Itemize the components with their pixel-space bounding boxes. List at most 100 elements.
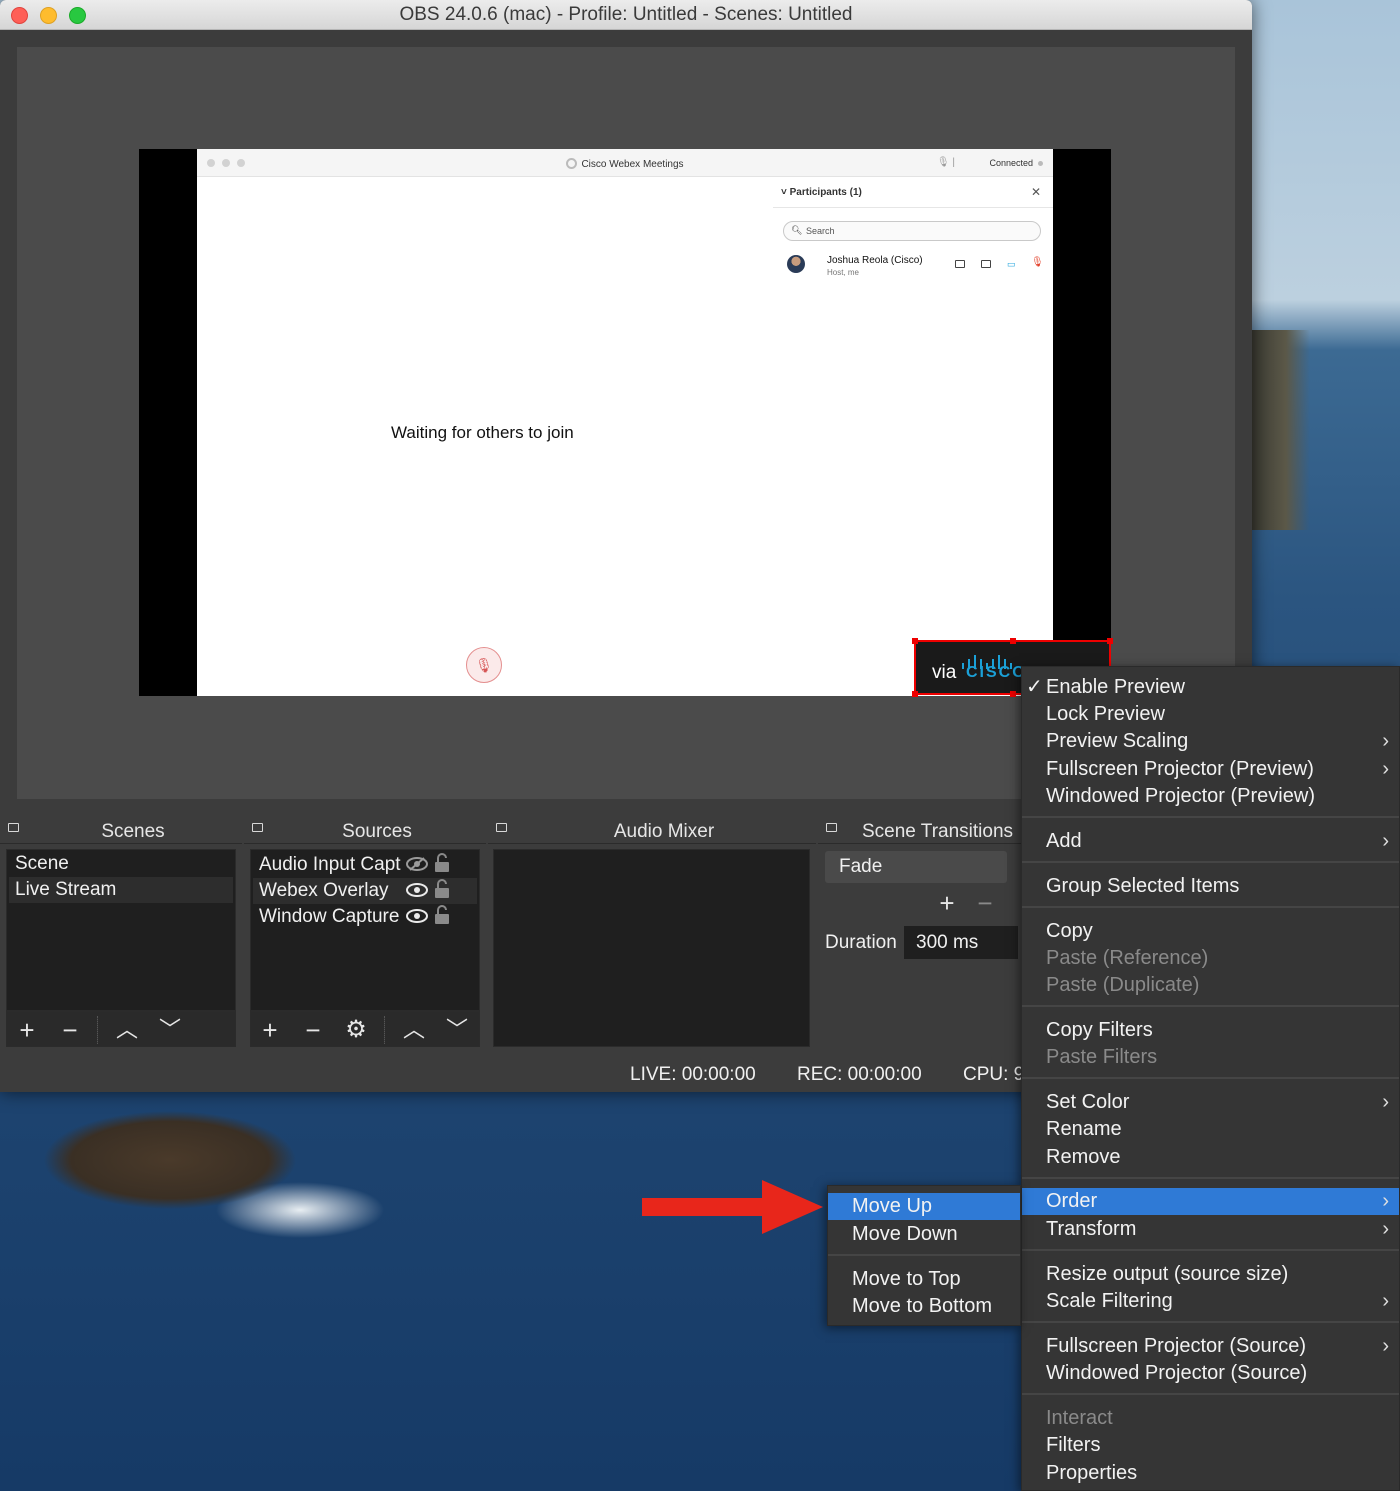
menu-separator bbox=[1022, 1077, 1399, 1079]
remove-transition-button[interactable]: − bbox=[970, 889, 1000, 917]
chevron-right-icon: › bbox=[1382, 758, 1389, 780]
order-submenu: Move Up Move Down Move to Top Move to Bo… bbox=[827, 1185, 1021, 1326]
menu-item-filters[interactable]: Filters bbox=[1022, 1432, 1399, 1459]
webex-window-capture[interactable]: Cisco Webex Meetings 🎙 | Connected ˅ Par… bbox=[197, 149, 1053, 696]
divider bbox=[773, 207, 1053, 208]
add-source-button[interactable]: + bbox=[255, 1016, 285, 1044]
sources-dock-title: Sources bbox=[342, 821, 412, 842]
menu-item-preview-scaling[interactable]: Preview Scaling › bbox=[1022, 728, 1399, 755]
menu-item-copy-filters[interactable]: Copy Filters bbox=[1022, 1017, 1399, 1044]
menu-item-interact[interactable]: Interact bbox=[1022, 1405, 1399, 1432]
scenes-list[interactable]: Scene Live Stream bbox=[6, 849, 236, 1011]
menu-item-set-color[interactable]: Set Color › bbox=[1022, 1089, 1399, 1116]
move-source-down-button[interactable]: ﹀ bbox=[442, 1016, 472, 1044]
add-scene-button[interactable]: + bbox=[12, 1016, 42, 1044]
toolbar-separator bbox=[97, 1016, 98, 1044]
move-source-up-button[interactable]: ︿ bbox=[399, 1016, 429, 1044]
menu-separator bbox=[1022, 816, 1399, 818]
unlocked-icon[interactable] bbox=[434, 853, 450, 873]
visibility-hidden-icon[interactable] bbox=[406, 857, 428, 871]
scene-item[interactable]: Live Stream bbox=[9, 877, 233, 903]
resize-handle[interactable] bbox=[1010, 691, 1016, 697]
menu-item-add[interactable]: Add › bbox=[1022, 828, 1399, 855]
chevron-right-icon: › bbox=[1382, 1290, 1389, 1312]
participants-search: 🔍︎ Search bbox=[783, 221, 1041, 241]
sources-dock-header[interactable]: Sources bbox=[244, 817, 486, 844]
resize-handle[interactable] bbox=[912, 638, 918, 644]
scenes-dock-header[interactable]: Scenes bbox=[0, 817, 242, 844]
menu-item-paste-filters[interactable]: Paste Filters bbox=[1022, 1044, 1399, 1071]
menu-item-windowed-projector-source[interactable]: Windowed Projector (Source) bbox=[1022, 1360, 1399, 1387]
resize-handle[interactable] bbox=[1107, 638, 1113, 644]
menu-item-label: Order bbox=[1046, 1190, 1098, 1212]
webex-title: Cisco Webex Meetings bbox=[197, 158, 1053, 170]
menu-item-rename[interactable]: Rename bbox=[1022, 1116, 1399, 1143]
scene-transitions-dock-header[interactable]: Scene Transitions bbox=[818, 817, 1024, 844]
menu-item-move-down[interactable]: Move Down bbox=[828, 1221, 1020, 1248]
menu-item-paste-reference[interactable]: Paste (Reference) bbox=[1022, 945, 1399, 972]
annotation-arrow-icon bbox=[642, 1180, 823, 1234]
overlay-via-text: via bbox=[932, 662, 957, 683]
menu-item-group-selected-items[interactable]: Group Selected Items bbox=[1022, 873, 1399, 900]
unlocked-icon[interactable] bbox=[434, 905, 450, 925]
participants-header: ˅ Participants (1) bbox=[781, 187, 862, 198]
cc-icon bbox=[955, 260, 965, 268]
menu-item-enable-preview[interactable]: ✓ Enable Preview bbox=[1022, 674, 1399, 701]
audio-mixer-dock-title: Audio Mixer bbox=[613, 821, 715, 842]
menu-item-windowed-projector-preview[interactable]: Windowed Projector (Preview) bbox=[1022, 783, 1399, 810]
window-title: OBS 24.0.6 (mac) - Profile: Untitled - S… bbox=[399, 4, 853, 25]
visibility-eye-icon[interactable] bbox=[406, 909, 428, 923]
menu-item-resize-output[interactable]: Resize output (source size) bbox=[1022, 1261, 1399, 1288]
menu-item-remove[interactable]: Remove bbox=[1022, 1144, 1399, 1171]
menu-item-move-to-top[interactable]: Move to Top bbox=[828, 1266, 1020, 1293]
sources-list[interactable]: Audio Input Capt Webex Overlay Window Ca… bbox=[250, 849, 480, 1011]
menu-item-fullscreen-projector-source[interactable]: Fullscreen Projector (Source) › bbox=[1022, 1333, 1399, 1360]
share-icon bbox=[981, 260, 991, 268]
menu-item-label: Preview Scaling bbox=[1046, 730, 1189, 752]
menu-item-lock-preview[interactable]: Lock Preview bbox=[1022, 701, 1399, 728]
scenes-dock-title: Scenes bbox=[101, 821, 165, 842]
visibility-eye-icon[interactable] bbox=[406, 883, 428, 897]
remove-source-button[interactable]: − bbox=[298, 1016, 328, 1044]
search-icon: 🔍︎ bbox=[791, 225, 803, 235]
menu-separator bbox=[1022, 1321, 1399, 1323]
menu-item-paste-duplicate[interactable]: Paste (Duplicate) bbox=[1022, 972, 1399, 999]
add-transition-button[interactable]: + bbox=[932, 889, 962, 917]
participants-panel: ˅ Participants (1) ✕ 🔍︎ Search Joshua Re… bbox=[773, 177, 1053, 696]
resize-handle[interactable] bbox=[1010, 638, 1016, 644]
menu-item-move-to-bottom[interactable]: Move to Bottom bbox=[828, 1293, 1020, 1320]
webex-title-text: Cisco Webex Meetings bbox=[581, 159, 684, 170]
menu-separator bbox=[1022, 1005, 1399, 1007]
menu-separator bbox=[1022, 1249, 1399, 1251]
menu-item-label: Add bbox=[1046, 830, 1082, 852]
close-icon: ✕ bbox=[1030, 185, 1041, 199]
chevron-right-icon: › bbox=[1382, 1335, 1389, 1357]
menu-item-move-up[interactable]: Move Up bbox=[828, 1193, 1020, 1220]
remove-scene-button[interactable]: − bbox=[55, 1016, 85, 1044]
unlocked-icon[interactable] bbox=[434, 879, 450, 899]
menu-item-scale-filtering[interactable]: Scale Filtering › bbox=[1022, 1288, 1399, 1315]
muted-mic-icon: 🎙 bbox=[1031, 257, 1044, 268]
duration-input[interactable]: 300 ms bbox=[904, 926, 1018, 959]
rec-timer: REC: 00:00:00 bbox=[797, 1064, 922, 1085]
scene-item[interactable]: Scene bbox=[9, 851, 233, 877]
source-properties-gear-icon[interactable]: ⚙ bbox=[341, 1016, 371, 1044]
toolbar-separator bbox=[384, 1016, 385, 1044]
resize-handle[interactable] bbox=[912, 691, 918, 697]
mic-icon: 🎙 | bbox=[936, 157, 955, 168]
menu-item-properties[interactable]: Properties bbox=[1022, 1460, 1399, 1487]
menu-item-copy[interactable]: Copy bbox=[1022, 918, 1399, 945]
menu-separator bbox=[1022, 1393, 1399, 1395]
menu-item-fullscreen-projector-preview[interactable]: Fullscreen Projector (Preview) › bbox=[1022, 756, 1399, 783]
overlay-brand: CISCO bbox=[966, 664, 1027, 681]
chevron-right-icon: › bbox=[1382, 730, 1389, 752]
transition-select[interactable]: Fade bbox=[825, 851, 1007, 883]
scenes-toolbar: + − ︿ ﹀ bbox=[6, 1011, 236, 1047]
move-scene-down-button[interactable]: ﹀ bbox=[155, 1016, 185, 1044]
menu-item-transform[interactable]: Transform › bbox=[1022, 1216, 1399, 1243]
title-bar[interactable]: OBS 24.0.6 (mac) - Profile: Untitled - S… bbox=[0, 0, 1252, 30]
move-scene-up-button[interactable]: ︿ bbox=[112, 1016, 142, 1044]
menu-item-order[interactable]: Order › bbox=[1022, 1188, 1399, 1215]
menu-item-label: Transform bbox=[1046, 1218, 1137, 1240]
audio-mixer-dock-header[interactable]: Audio Mixer bbox=[488, 817, 816, 844]
